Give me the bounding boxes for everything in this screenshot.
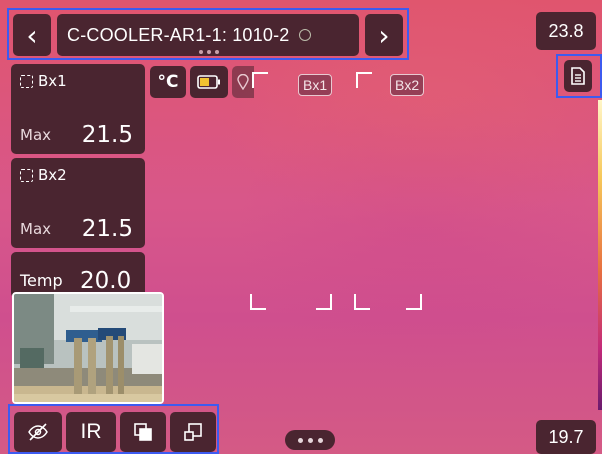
previous-image-button[interactable]: ‹ (13, 14, 51, 56)
battery-icon (197, 75, 220, 89)
hide-overlay-button[interactable] (14, 412, 62, 452)
temp-label: Temp (20, 271, 63, 290)
more-dot (307, 437, 313, 443)
bx1-measurement-panel[interactable]: Bx1 Max 21.5 (11, 64, 145, 154)
bx2-stat-label: Max (20, 220, 52, 238)
more-dot (317, 437, 323, 443)
bx2-corner-bottom-left (354, 294, 370, 310)
box-tool-icon (20, 168, 33, 182)
bx1-corner-bottom-left (250, 294, 266, 310)
bx1-label: Bx1 (38, 72, 67, 90)
temp-value: 20.0 (80, 268, 132, 294)
bottom-toolbar: IR (8, 404, 219, 454)
overlay-icon (134, 423, 152, 441)
bx1-corner-bottom-right (316, 294, 332, 310)
bx1-corner-top-left (252, 72, 268, 88)
image-overlay-button[interactable] (120, 412, 166, 452)
picture-in-picture-icon (184, 423, 202, 441)
gps-indicator (232, 66, 254, 98)
bx2-max-value: 21.5 (81, 216, 133, 242)
box-tool-icon (20, 74, 33, 88)
ir-mode-button[interactable]: IR (66, 412, 116, 452)
bx2-measurement-panel[interactable]: Bx2 Max 21.5 (11, 158, 145, 248)
next-image-button[interactable]: › (365, 14, 403, 56)
temperature-scale-bar (598, 100, 602, 410)
status-dot-icon (299, 29, 312, 41)
gps-icon (237, 74, 249, 90)
visual-photo (14, 294, 162, 402)
bx1-max-value: 21.5 (81, 122, 133, 148)
chevron-left-icon: ‹ (26, 18, 38, 52)
bx1-marker-label[interactable]: Bx1 (298, 74, 333, 96)
picture-in-picture-button[interactable] (170, 412, 216, 452)
report-icon (571, 67, 585, 85)
eye-off-icon (28, 423, 48, 441)
battery-indicator (190, 66, 228, 98)
report-button-frame (556, 54, 602, 98)
drag-handle[interactable] (199, 50, 223, 54)
chevron-right-icon: › (378, 18, 390, 52)
image-title: C-COOLER-AR1-1: 1010-2 (67, 24, 290, 45)
bx2-corner-bottom-right (406, 294, 422, 310)
scale-max-value[interactable]: 23.8 (536, 12, 596, 50)
image-navigation: ‹ C-COOLER-AR1-1: 1010-2 › (7, 8, 409, 60)
bx2-marker-label[interactable]: Bx2 (390, 74, 425, 96)
visual-image-thumbnail[interactable] (12, 292, 164, 404)
more-dot (297, 437, 303, 443)
bx1-stat-label: Max (20, 126, 52, 144)
more-options-button[interactable] (285, 430, 335, 450)
bx2-label: Bx2 (38, 166, 67, 184)
scale-min-value[interactable]: 19.7 (536, 420, 596, 454)
report-button[interactable] (564, 60, 592, 92)
bx2-corner-top-left (356, 72, 372, 88)
temperature-unit-indicator: °C (150, 66, 186, 98)
